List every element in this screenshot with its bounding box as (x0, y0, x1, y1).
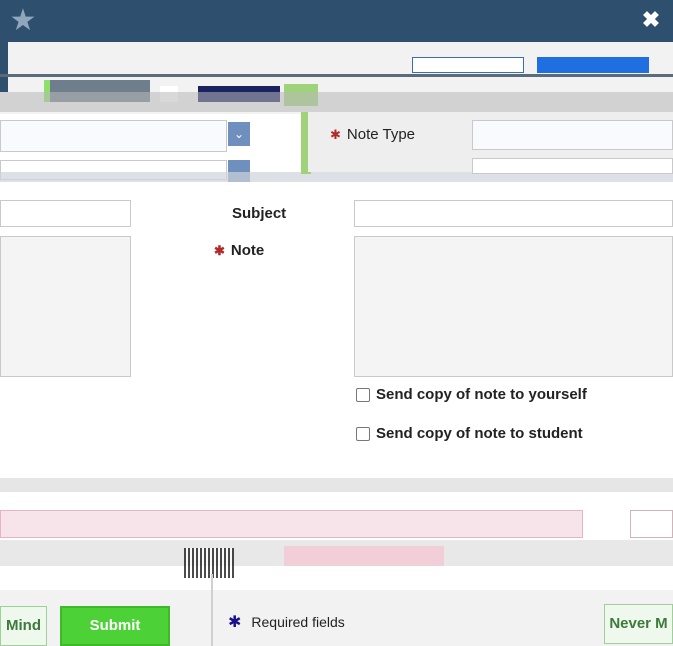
close-icon[interactable]: ✖ (637, 6, 665, 34)
left-note-area[interactable] (0, 236, 131, 377)
remind-me-label: Mind (6, 617, 41, 634)
header-glitch-line (0, 74, 673, 77)
required-asterisk-icon: ✱ (330, 127, 341, 142)
submit-button[interactable]: Submit (60, 606, 170, 646)
star-logo-icon: ★ (9, 4, 37, 37)
left-subject-field[interactable] (0, 200, 131, 227)
right-date-field[interactable] (472, 158, 673, 174)
note-type-label: Note Type (346, 126, 416, 143)
required-asterisk-icon: ✱ (214, 243, 225, 258)
never-mind-button[interactable]: Never M (604, 604, 673, 644)
subject-label: Subject (232, 205, 287, 222)
note-type-label-row: ✱ Note Type (330, 126, 415, 143)
error-banner-glitch (0, 510, 583, 538)
required-fields-legend: ✱ Required fields (228, 612, 345, 632)
remind-me-button[interactable]: Mind (0, 606, 47, 646)
send-self-checkbox[interactable] (356, 388, 370, 402)
title-bar: ★ ✖ (0, 0, 673, 42)
left-dropdown-field[interactable] (0, 120, 227, 152)
error-banner-side-button[interactable] (630, 510, 673, 538)
footer-divider (211, 574, 213, 646)
sharing-row-glitch (0, 478, 673, 492)
header-button-outline[interactable] (412, 57, 524, 73)
bottom-glitch-pink (284, 546, 444, 566)
header-button-filled[interactable] (537, 57, 649, 73)
submit-label: Submit (89, 617, 141, 634)
bottom-glitch-black (184, 548, 234, 578)
header-gray-band (0, 92, 673, 112)
required-asterisk-icon: ✱ (228, 614, 242, 631)
note-label-row: ✱ Note (214, 242, 264, 259)
subject-input[interactable] (354, 200, 673, 227)
required-fields-label: Required fields (251, 614, 345, 630)
send-student-checkbox[interactable] (356, 427, 370, 441)
note-type-select[interactable] (472, 120, 673, 150)
note-label: Note (230, 242, 265, 259)
dropdown-chevron-button[interactable]: ⌄ (228, 122, 250, 146)
note-textarea[interactable] (354, 236, 673, 377)
send-student-label: Send copy of note to student (376, 425, 583, 442)
header-left-panel (0, 42, 8, 92)
never-mind-label: Never M (609, 615, 668, 632)
send-self-label: Send copy of note to yourself (376, 386, 587, 403)
